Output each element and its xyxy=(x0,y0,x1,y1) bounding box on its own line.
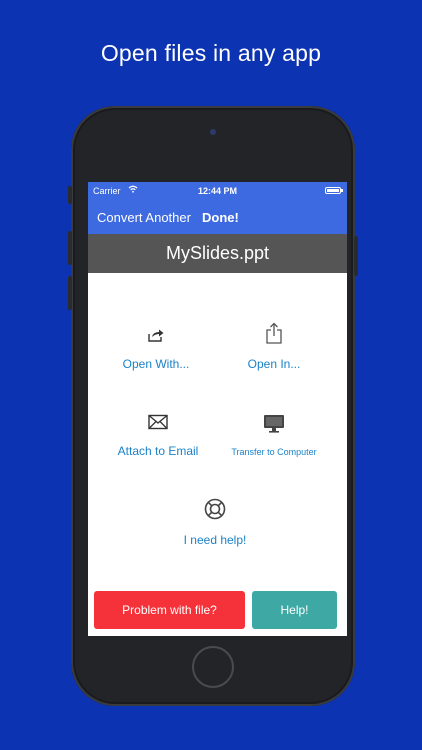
volume-up-button xyxy=(68,231,72,265)
attach-email-label: Attach to Email xyxy=(117,444,199,458)
volume-down-button xyxy=(68,276,72,310)
attach-email-button[interactable]: Attach to Email xyxy=(104,414,212,458)
battery-icon xyxy=(325,187,343,194)
monitor-icon xyxy=(220,414,328,439)
need-help-button[interactable]: I need help! xyxy=(165,498,265,547)
help-button[interactable]: Help! xyxy=(252,591,337,629)
front-camera xyxy=(210,129,216,135)
transfer-computer-button[interactable]: Transfer to Computer xyxy=(220,414,328,457)
open-in-button[interactable]: Open In... xyxy=(224,322,324,371)
problem-with-file-button[interactable]: Problem with file? xyxy=(94,591,245,629)
envelope-icon xyxy=(104,414,212,435)
phone-screen: Carrier 12:44 PM Convert Another Done! M… xyxy=(88,182,347,636)
transfer-computer-label: Transfer to Computer xyxy=(231,447,317,457)
status-bar: Carrier 12:44 PM xyxy=(88,182,347,200)
promo-headline: Open files in any app xyxy=(100,40,322,66)
power-button xyxy=(354,236,358,276)
open-with-button[interactable]: Open With... xyxy=(106,328,206,371)
done-button[interactable]: Done! xyxy=(202,210,239,225)
convert-another-button[interactable]: Convert Another xyxy=(97,210,191,225)
open-in-label: Open In... xyxy=(247,357,301,371)
open-with-label: Open With... xyxy=(122,357,190,371)
share-arrow-icon xyxy=(106,328,206,347)
home-button xyxy=(192,646,234,688)
need-help-label: I need help! xyxy=(183,533,247,547)
share-box-icon xyxy=(224,322,324,349)
phone-frame: Carrier 12:44 PM Convert Another Done! M… xyxy=(68,106,358,706)
status-time: 12:44 PM xyxy=(197,186,238,196)
lifebuoy-icon xyxy=(165,498,265,525)
nav-bar: Convert Another Done! xyxy=(88,200,347,234)
file-name-bar: MySlides.ppt xyxy=(88,234,347,273)
mute-switch xyxy=(68,186,72,204)
